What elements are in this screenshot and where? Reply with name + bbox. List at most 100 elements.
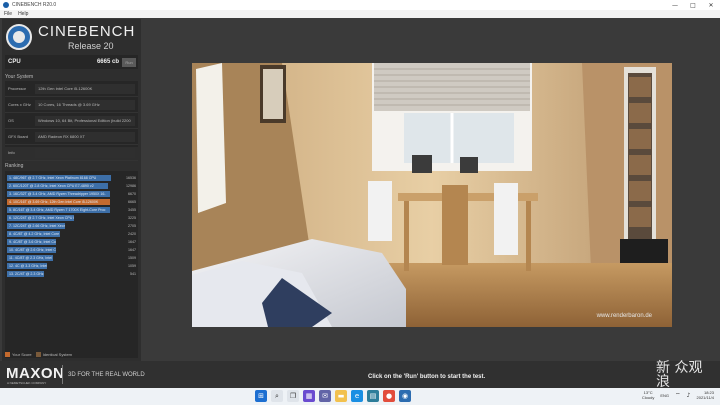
ranking-label: 11. 4C/8T @ 2.3 GHz, Intel Core i7-4850H… [9,256,53,260]
system-value: Windows 10, 64 Bit, Professional Edition… [35,115,135,126]
system-row: Processor 12th Gen Intel Core i5-12600K [5,81,138,97]
clock[interactable]: 18:23 2021/11/4 [697,390,715,400]
maximize-button[interactable]: □ [684,0,702,10]
ranking-points: 1647 [128,240,136,244]
ranking-row[interactable]: 6. 12C/24T @ 2.7 GHz, Intel Xeon CPU E5-… [7,214,136,222]
menu-file[interactable]: File [4,11,12,17]
ranking-row[interactable]: 13. 2C/4T @ 2.3 GHz, Intel Core i7-4850U… [7,270,136,278]
weather-widget[interactable]: 13°C Cloudy [642,390,654,400]
ranking-row[interactable]: 7. 12C/24T @ 2.66 GHz, Intel Xeon CPU X5… [7,222,136,230]
store-icon[interactable]: ▤ [367,390,379,402]
widgets-icon[interactable]: ▦ [303,390,315,402]
ranking-bar: 8. 4C/8T @ 4.2 GHz, Intel Core i7-7700K … [7,231,60,237]
ranking-row[interactable]: 9. 4C/8T @ 3.6 GHz, Intel Core i7-3770 C… [7,238,136,246]
task-view-icon[interactable]: ❐ [287,390,299,402]
identical-system-swatch [35,352,41,357]
scene-watermark: www.renderbaron.de [596,313,652,319]
footer-divider [62,365,63,384]
ranking-label: 12. 4C @ 3.3 GHz, Intel Core i5-3550 CPU [9,264,48,268]
chat-icon[interactable]: ✉ [319,390,331,402]
your-score-swatch [5,352,10,357]
ranking-label: 13. 2C/4T @ 2.3 GHz, Intel Core i7-4850U… [9,272,44,276]
ranking-bar: 11. 4C/8T @ 2.3 GHz, Intel Core i7-4850H… [7,255,53,261]
ranking-label: 10. 4C/8T @ 2.6 GHz, Intel Core i7-6700H… [9,248,56,252]
ranking-points: 12986 [126,184,136,188]
ranking-label: 5. 8C/16T @ 3.4 GHz, AMD Ryzen 7 1700X E… [9,208,106,212]
cpu-score: 6665 cb [96,59,119,65]
system-value: AMD Radeon RX 6800 XT [35,131,135,142]
taskbar: ⊞ ⌕ ❐ ▦ ✉ ▬ e ▤ ● ◉ 13°C Cloudy ENG ⌔ ♪ … [0,388,720,405]
ranking-label: 1. 48C/96T @ 2.7 GHz, Intel Xeon Platinu… [9,176,97,180]
menu-bar: File Help [0,10,720,18]
ranking-points: 6670 [128,192,136,196]
search-icon[interactable]: ⌕ [271,390,283,402]
file-explorer-icon[interactable]: ▬ [335,390,347,402]
close-button[interactable]: ✕ [702,0,720,10]
run-button[interactable]: Run [122,57,136,67]
ranking-label: 8. 4C/8T @ 4.2 GHz, Intel Core i7-7700K … [9,232,60,236]
ranking-bar: 2. 60C/120T @ 2.8 GHz, Intel Xeon CPU E7… [7,183,108,189]
cpu-test-row: CPU 6665 cb Run [5,55,138,69]
cpu-label: CPU [8,59,21,65]
ranking-points: 16536 [126,176,136,180]
brand: CINEBENCH Release 20 [6,21,138,53]
identical-system-legend: Identical System [42,352,73,357]
run-hint: Click on the 'Run' button to start the t… [368,374,486,380]
ranking-row[interactable]: 11. 4C/8T @ 2.3 GHz, Intel Core i7-4850H… [7,254,136,262]
ranking-bar: 7. 12C/24T @ 2.66 GHz, Intel Xeon CPU X5… [7,223,66,229]
ranking-label: 4. 10C/16T @ 3.69 GHz, 12th Gen Intel Co… [9,200,99,204]
system-row: GFX Board AMD Radeon RX 6800 XT [5,129,138,145]
system-key: GFX Board [8,134,29,139]
system-tray: 13°C Cloudy ENG ⌔ ♪ 18:23 2021/11/4 [642,390,714,400]
minimize-button[interactable]: — [666,0,684,10]
your-system-table: Processor 12th Gen Intel Core i5-12600K … [5,81,138,161]
menu-help[interactable]: Help [18,11,28,17]
ranking-points: 3455 [128,208,136,212]
ranking-row[interactable]: 1. 48C/96T @ 2.7 GHz, Intel Xeon Platinu… [7,174,136,182]
maxon-tagline: 3D FOR THE REAL WORLD [68,372,145,378]
system-key: OS [8,118,14,123]
clock-date: 2021/11/4 [696,395,715,400]
ranking-label: 3. 16C/32T @ 3.4 GHz, AMD Ryzen Threadri… [9,192,106,196]
taskbar-apps: ⊞ ⌕ ❐ ▦ ✉ ▬ e ▤ ● ◉ [255,390,411,402]
ranking-label: 6. 12C/24T @ 2.7 GHz, Intel Xeon CPU E5-… [9,216,74,220]
start-icon[interactable]: ⊞ [255,390,267,402]
system-value [35,147,135,158]
volume-icon[interactable]: ♪ [687,392,691,399]
edge-icon[interactable]: e [351,390,363,402]
maxon-logo: MAXON [6,365,65,382]
ranking-row[interactable]: 12. 4C @ 3.3 GHz, Intel Core i5-3550 CPU… [7,262,136,270]
ranking-label: 7. 12C/24T @ 2.66 GHz, Intel Xeon CPU X5… [9,224,66,228]
ranking-bar: 13. 2C/4T @ 2.3 GHz, Intel Core i7-4850U… [7,271,44,277]
language-indicator[interactable]: ENG [660,393,669,398]
system-row: OS Windows 10, 64 Bit, Professional Edit… [5,113,138,129]
ranking-row[interactable]: 2. 60C/120T @ 2.8 GHz, Intel Xeon CPU E7… [7,182,136,190]
system-row: Info [5,145,138,161]
cinebench-ball-icon [6,24,32,50]
cinebench-logo-icon [3,2,9,8]
render-viewport: www.renderbaron.de [192,63,672,327]
ranking-points: 541 [130,272,136,276]
ranking-row[interactable]: 4. 10C/16T @ 3.69 GHz, 12th Gen Intel Co… [7,198,136,206]
system-row: Cores x GHz 10 Cores, 16 Threads @ 3.69 … [5,97,138,113]
cinebench-taskbar-icon[interactable]: ◉ [399,390,411,402]
ranking-row[interactable]: 3. 16C/32T @ 3.4 GHz, AMD Ryzen Threadri… [7,190,136,198]
network-icon[interactable]: ⌔ [675,391,681,399]
ranking-label: 9. 4C/8T @ 3.6 GHz, Intel Core i7-3770 C… [9,240,56,244]
ranking-bar: 4. 10C/16T @ 3.69 GHz, 12th Gen Intel Co… [7,199,111,205]
ranking-bar: 12. 4C @ 3.3 GHz, Intel Core i5-3550 CPU [7,263,48,269]
ranking-heading: Ranking [5,163,24,169]
ranking-bar: 3. 16C/32T @ 3.4 GHz, AMD Ryzen Threadri… [7,191,111,197]
app-icon[interactable]: ● [383,390,395,402]
ranking-legend: Your Score Identical System [5,352,72,357]
ranking-row[interactable]: 10. 4C/8T @ 2.6 GHz, Intel Core i7-6700H… [7,246,136,254]
ranking-bar: 10. 4C/8T @ 2.6 GHz, Intel Core i7-6700H… [7,247,57,253]
maxon-subtitle: A NEMETSCHEK COMPANY [7,381,47,385]
system-key: Processor [8,86,27,91]
your-system-heading: Your System [5,74,34,80]
ranking-bar: 9. 4C/8T @ 3.6 GHz, Intel Core i7-3770 C… [7,239,57,245]
ranking-row[interactable]: 5. 8C/16T @ 3.4 GHz, AMD Ryzen 7 1700X E… [7,206,136,214]
system-key: Info [8,150,15,155]
ranking-row[interactable]: 8. 4C/8T @ 4.2 GHz, Intel Core i7-7700K … [7,230,136,238]
ranking-bar: 5. 8C/16T @ 3.4 GHz, AMD Ryzen 7 1700X E… [7,207,111,213]
